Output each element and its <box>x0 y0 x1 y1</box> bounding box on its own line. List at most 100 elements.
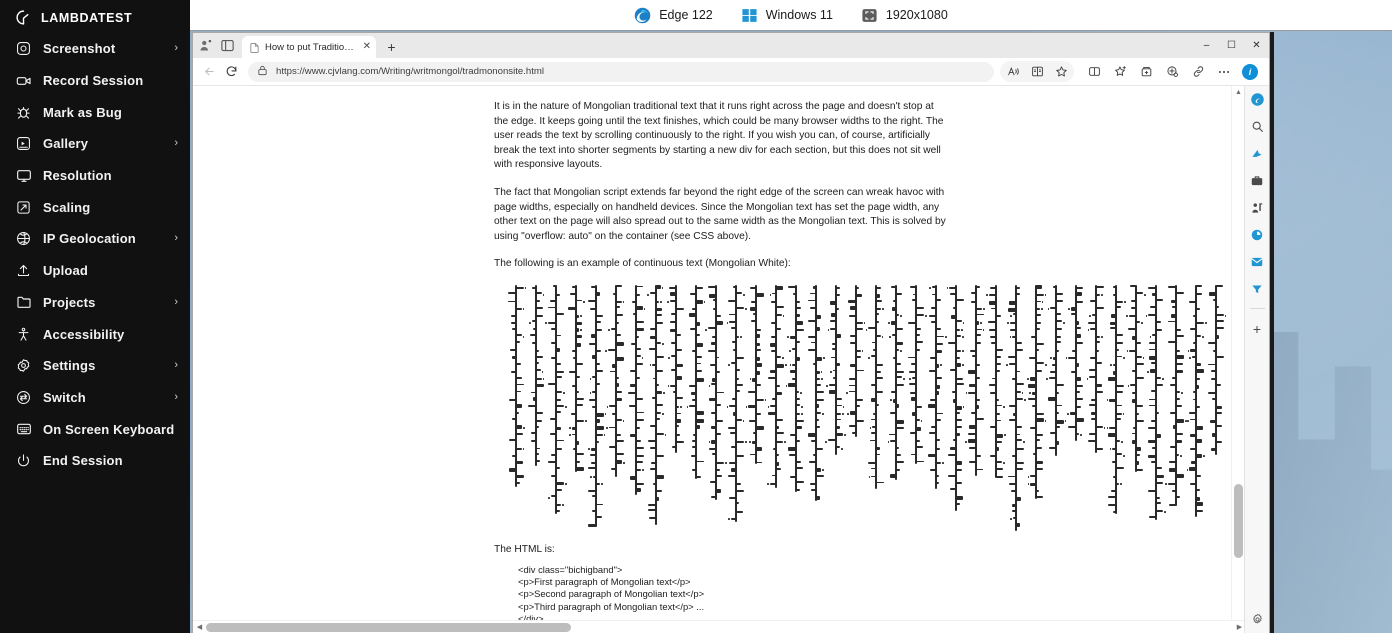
profile-avatar-icon[interactable] <box>198 38 213 53</box>
mongolian-text-column <box>825 284 846 455</box>
reload-button[interactable] <box>220 61 242 83</box>
copilot-icon[interactable] <box>1248 90 1267 109</box>
mongolian-text-column <box>1165 284 1187 507</box>
resolution-info: 1920x1080 <box>861 7 948 24</box>
windows-icon <box>741 7 758 24</box>
chevron-right-icon: › <box>174 137 178 150</box>
mongolian-text-column <box>526 284 546 466</box>
sidebar-item-switch[interactable]: Switch › <box>0 382 190 414</box>
immersive-reader-icon[interactable] <box>1025 61 1049 83</box>
lambdatest-logo[interactable]: LAMBDATEST <box>0 2 190 33</box>
brand-name: LAMBDATEST <box>41 10 133 25</box>
favorites-icon[interactable] <box>1108 61 1132 83</box>
vertical-scrollbar[interactable]: ▲ ▼ <box>1231 86 1244 633</box>
tab-title: How to put Traditional Mongolia <box>265 41 358 53</box>
add-sidebar-app-button[interactable]: + <box>1248 319 1267 338</box>
customize-gear-icon[interactable] <box>1248 610 1267 629</box>
sidebar-item-gallery[interactable]: Gallery › <box>0 128 190 160</box>
code-line: <p>Second paragraph of Mongolian text</p… <box>518 588 705 600</box>
tab-actions-icon[interactable] <box>220 38 235 53</box>
mongolian-text-column <box>785 284 806 492</box>
sidebar-item-on-screen-keyboard[interactable]: On Screen Keyboard <box>0 413 190 445</box>
read-aloud-icon[interactable] <box>1001 61 1025 83</box>
mongolian-text-column <box>1206 284 1227 455</box>
site-info-icon[interactable] <box>257 63 268 81</box>
mongolian-spine <box>1065 284 1085 441</box>
sidebar-item-ip-geolocation[interactable]: IP Geolocation › <box>0 223 190 255</box>
sidebar-item-record-session[interactable]: Record Session <box>0 65 190 97</box>
mongolian-text-column <box>506 284 527 487</box>
edge-browser-window: How to put Traditional Mongolia ✕ + – ☐ … <box>192 32 1270 633</box>
sidebar-item-resolution[interactable]: Resolution <box>0 160 190 192</box>
mongolian-spine <box>1086 284 1106 453</box>
sidebar-label-resolution: Resolution <box>43 168 112 184</box>
minimize-button[interactable]: – <box>1194 33 1219 58</box>
address-bar[interactable]: https://www.cjvlang.com/Writing/writmong… <box>248 61 994 82</box>
mongolian-spine <box>785 284 805 492</box>
sidebar-item-end-session[interactable]: End Session <box>0 445 190 477</box>
settings-more-icon[interactable] <box>1212 61 1236 83</box>
upload-icon <box>15 262 32 279</box>
outlook-icon[interactable] <box>1248 252 1267 271</box>
mongolian-spine <box>587 284 607 528</box>
favorite-star-icon[interactable] <box>1049 61 1073 83</box>
resolution-icon <box>861 7 878 24</box>
scroll-up-arrow[interactable]: ▲ <box>1232 86 1244 99</box>
horizontal-scroll-track[interactable] <box>206 621 1233 633</box>
horizontal-scrollbar[interactable]: ◀ ▶ <box>193 620 1244 633</box>
sidebar-label-screenshot: Screenshot <box>43 41 116 57</box>
maximize-button[interactable]: ☐ <box>1219 33 1244 58</box>
search-icon[interactable] <box>1248 117 1267 136</box>
tab-close-icon[interactable]: ✕ <box>363 42 371 52</box>
mongolian-spine <box>527 284 545 466</box>
sidebar-item-settings[interactable]: Settings › <box>0 350 190 382</box>
browser-content: It is in the nature of Mongolian traditi… <box>193 86 1269 633</box>
web-page: It is in the nature of Mongolian traditi… <box>193 86 1244 633</box>
mongolian-spine <box>667 284 685 453</box>
sidebar-item-projects[interactable]: Projects › <box>0 287 190 319</box>
mongolian-spine <box>686 284 706 479</box>
browser-essentials-icon[interactable] <box>1160 61 1184 83</box>
games-icon[interactable] <box>1248 198 1267 217</box>
sidebar-item-accessibility[interactable]: Accessibility <box>0 318 190 350</box>
scroll-right-arrow[interactable]: ▶ <box>1233 621 1244 633</box>
discover-icon[interactable] <box>1248 144 1267 163</box>
back-button[interactable] <box>198 61 220 83</box>
sidebar-label-scaling: Scaling <box>43 199 91 215</box>
chevron-right-icon: › <box>174 42 178 55</box>
mongolian-text-column <box>666 284 686 453</box>
mongolian-spine <box>807 284 825 501</box>
sidebar-item-mark-as-bug[interactable]: Mark as Bug <box>0 96 190 128</box>
new-tab-button[interactable]: + <box>382 37 401 57</box>
mongolian-spine <box>1125 284 1146 472</box>
mongolian-text-column <box>745 284 767 464</box>
collections-icon[interactable] <box>1134 61 1158 83</box>
horizontal-scroll-thumb[interactable] <box>206 622 571 632</box>
mongolian-text-column <box>1086 284 1106 453</box>
window-controls: – ☐ ✕ <box>1194 33 1269 58</box>
sidebar-label-settings: Settings <box>43 358 96 374</box>
sidebar-label-record-session: Record Session <box>43 73 144 89</box>
sidebar-item-scaling[interactable]: Scaling <box>0 191 190 223</box>
close-window-button[interactable]: ✕ <box>1244 33 1269 58</box>
browser-info: Edge 122 <box>634 7 713 24</box>
mongolian-spine <box>1027 284 1047 499</box>
mongolian-spine <box>604 284 625 477</box>
gear-icon <box>15 357 32 374</box>
office-icon[interactable] <box>1248 225 1267 244</box>
switch-icon <box>15 389 32 406</box>
split-screen-icon[interactable] <box>1082 61 1106 83</box>
mongolian-spine <box>965 284 985 476</box>
tools-icon[interactable] <box>1248 171 1267 190</box>
mongolian-text-column <box>566 284 587 472</box>
vertical-scroll-thumb[interactable] <box>1234 484 1243 558</box>
copilot-link-icon[interactable] <box>1186 61 1210 83</box>
mongolian-spine <box>887 284 905 480</box>
browser-tab[interactable]: How to put Traditional Mongolia ✕ <box>242 36 376 58</box>
scroll-left-arrow[interactable]: ◀ <box>193 621 206 633</box>
drop-icon[interactable] <box>1248 279 1267 298</box>
sidebar-item-upload[interactable]: Upload <box>0 255 190 287</box>
copilot-profile-button[interactable]: i <box>1238 61 1262 83</box>
sidebar-item-screenshot[interactable]: Screenshot › <box>0 33 190 65</box>
mongolian-text-column <box>946 284 966 511</box>
